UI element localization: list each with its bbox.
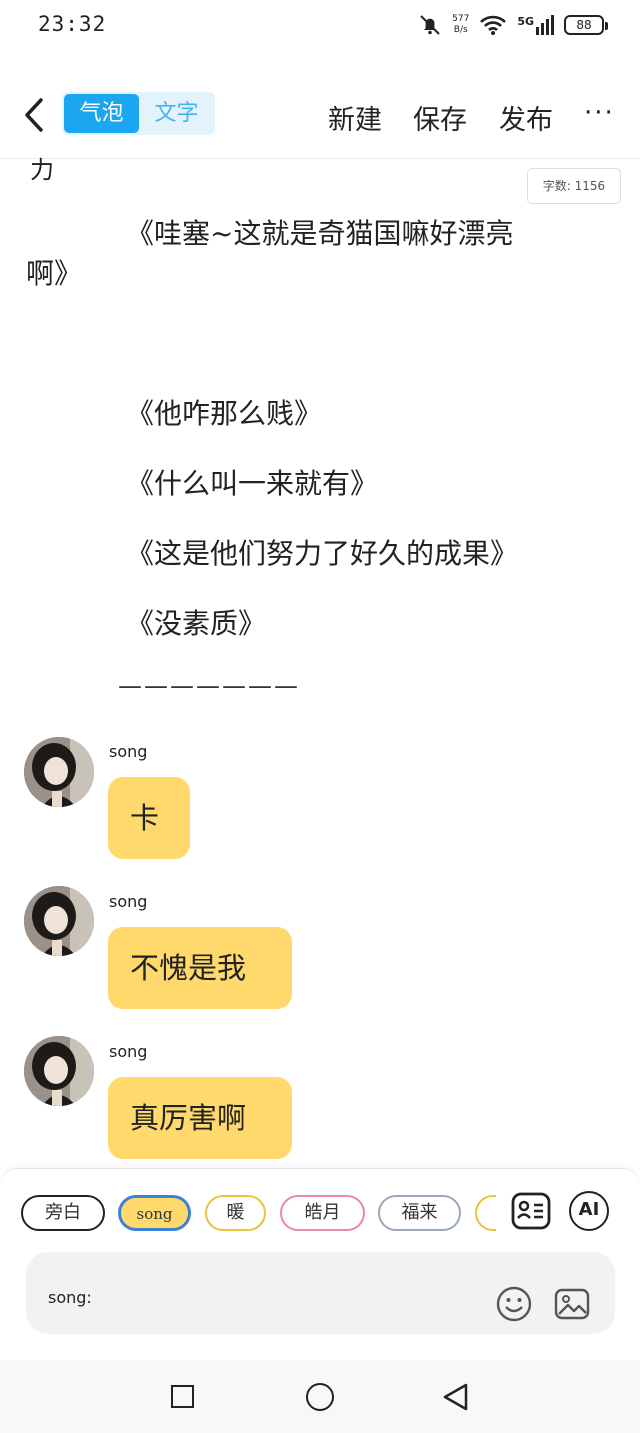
dash-divider: ——————— (118, 672, 300, 700)
text-line: 《他咋那么贱》 (126, 397, 323, 430)
system-nav-bar (0, 1360, 640, 1433)
tab-text[interactable]: 文字 (140, 94, 213, 133)
chip-narration[interactable]: 旁白 (21, 1195, 105, 1231)
text-line: 《没素质》 (126, 607, 267, 640)
message-bubble[interactable]: 卡 (108, 777, 190, 859)
chip-song[interactable]: song (118, 1195, 191, 1231)
text-line: 《这是他们努力了好久的成果》 (126, 537, 519, 570)
mode-toggle: 气泡 文字 (62, 92, 215, 135)
sender-name: song (109, 1042, 148, 1061)
publish-button[interactable]: 发布 (499, 98, 553, 137)
status-icons: 577 B/s 5G 88 (418, 10, 608, 40)
text-fragment: 力 (30, 156, 54, 184)
wifi-icon (480, 15, 507, 35)
editor-header: 气泡 文字 新建 保存 发布 ··· (0, 80, 640, 159)
recent-apps-icon[interactable] (171, 1385, 194, 1408)
sender-name: song (109, 892, 148, 911)
message-bubble[interactable]: 真厉害啊 (108, 1077, 292, 1159)
net-speed: 577 B/s (452, 14, 470, 35)
word-count: 字数: 1156 (527, 168, 621, 204)
text-line: 啊》 (26, 257, 83, 290)
input-speaker-label: song: (48, 1288, 92, 1307)
contact-card-icon[interactable] (511, 1191, 551, 1231)
tab-bubble[interactable]: 气泡 (64, 94, 139, 133)
image-icon[interactable] (554, 1286, 590, 1322)
battery-icon: 88 (564, 15, 608, 35)
message-bubble[interactable]: 不愧是我 (108, 927, 292, 1009)
home-icon[interactable] (306, 1383, 334, 1411)
emoji-icon[interactable] (496, 1286, 532, 1322)
ai-button[interactable]: AI (569, 1191, 609, 1231)
back-arrow-icon[interactable] (18, 94, 54, 136)
text-line: 《什么叫一来就有》 (126, 467, 379, 500)
avatar[interactable] (24, 886, 94, 956)
status-time: 23:32 (38, 12, 107, 36)
role-chips: 旁白 song 暖 皓月 福来 (0, 1195, 496, 1235)
text-line: 《哇塞~这就是奇猫国嘛好漂亮 (126, 217, 514, 250)
save-button[interactable]: 保存 (413, 98, 467, 137)
more-button[interactable]: ··· (584, 100, 615, 126)
chip-fulai[interactable]: 福来 (378, 1195, 461, 1231)
mute-bell-icon (420, 15, 440, 35)
status-bar: 23:32 577 B/s 5G 88 (0, 0, 640, 52)
back-triangle-icon[interactable] (441, 1382, 471, 1412)
new-button[interactable]: 新建 (328, 98, 382, 137)
message-input[interactable]: song: (26, 1252, 615, 1334)
avatar[interactable] (24, 737, 94, 807)
signal-icon: 5G (517, 15, 554, 35)
sender-name: song (109, 742, 148, 761)
chip-haoyue[interactable]: 皓月 (280, 1195, 365, 1231)
chip-more[interactable] (475, 1195, 496, 1231)
avatar[interactable] (24, 1036, 94, 1106)
chip-nuan[interactable]: 暖 (205, 1195, 266, 1231)
